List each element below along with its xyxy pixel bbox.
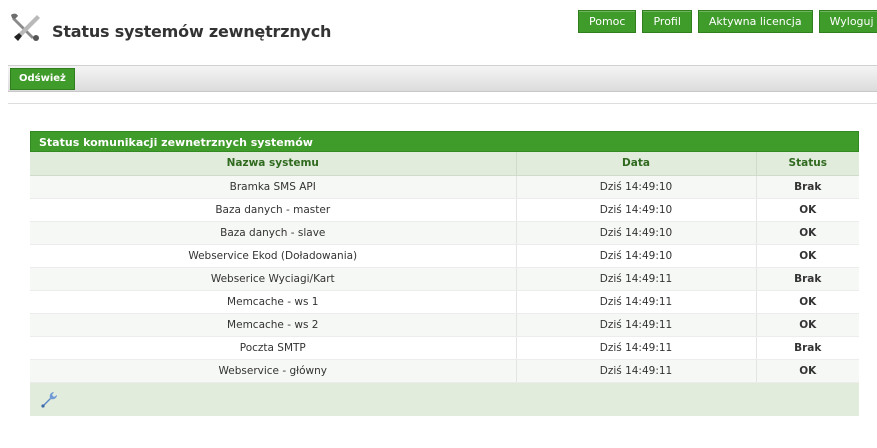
table-header-row: Nazwa systemu Data Status xyxy=(30,152,859,176)
system-name-cell: Memcache - ws 1 xyxy=(30,290,517,314)
date-cell: Dziś 14:49:10 xyxy=(516,244,757,268)
table-row: Poczta SMTP Dziś 14:49:11 Brak xyxy=(30,336,859,360)
status-cell: OK xyxy=(756,313,859,337)
status-cell: Brak xyxy=(756,336,859,360)
table-row: Webservice - główny Dziś 14:49:11 OK xyxy=(30,359,859,383)
table-row: Memcache - ws 1 Dziś 14:49:11 OK xyxy=(30,290,859,314)
date-cell: Dziś 14:49:11 xyxy=(516,290,757,314)
top-navigation: Pomoc Profil Aktywna licencja Wyloguj xyxy=(578,10,877,33)
system-name-cell: Bramka SMS API xyxy=(30,175,517,199)
page-title: Status systemów zewnętrznych xyxy=(52,22,332,41)
system-name-cell: Baza danych - master xyxy=(30,198,517,222)
logout-button[interactable]: Wyloguj xyxy=(818,10,877,33)
table-row: Baza danych - slave Dziś 14:49:10 OK xyxy=(30,221,859,245)
system-name-cell: Baza danych - slave xyxy=(30,221,517,245)
date-cell: Dziś 14:49:11 xyxy=(516,267,757,291)
status-cell: OK xyxy=(756,244,859,268)
table-row: Memcache - ws 2 Dziś 14:49:11 OK xyxy=(30,313,859,337)
tools-icon xyxy=(11,13,40,41)
refresh-button[interactable]: Odśwież xyxy=(10,68,75,90)
help-button[interactable]: Pomoc xyxy=(578,10,637,33)
status-box-title: Status komunikacji zewnetrznych systemów xyxy=(30,131,859,152)
status-box-footer xyxy=(30,382,859,416)
system-name-cell: Webservice Ekod (Doładowania) xyxy=(30,244,517,268)
status-cell: OK xyxy=(756,198,859,222)
column-header-status[interactable]: Status xyxy=(756,152,859,176)
table-row: Webserice Wyciagi/Kart Dziś 14:49:11 Bra… xyxy=(30,267,859,291)
column-header-date[interactable]: Data xyxy=(516,152,757,176)
date-cell: Dziś 14:49:11 xyxy=(516,313,757,337)
date-cell: Dziś 14:49:10 xyxy=(516,175,757,199)
table-row: Webservice Ekod (Doładowania) Dziś 14:49… xyxy=(30,244,859,268)
date-cell: Dziś 14:49:11 xyxy=(516,336,757,360)
status-table: Nazwa systemu Data Status Bramka SMS API… xyxy=(30,152,859,383)
status-box: Status komunikacji zewnetrznych systemów… xyxy=(30,131,859,416)
status-cell: Brak xyxy=(756,175,859,199)
main-panel: Status komunikacji zewnetrznych systemów… xyxy=(8,103,877,448)
system-name-cell: Memcache - ws 2 xyxy=(30,313,517,337)
table-row: Bramka SMS API Dziś 14:49:10 Brak xyxy=(30,175,859,199)
date-cell: Dziś 14:49:10 xyxy=(516,198,757,222)
toolbar: Odśwież xyxy=(8,65,877,92)
system-name-cell: Poczta SMTP xyxy=(30,336,517,360)
system-name-cell: Webserice Wyciagi/Kart xyxy=(30,267,517,291)
active-license-button[interactable]: Aktywna licencja xyxy=(697,10,813,33)
status-cell: OK xyxy=(756,290,859,314)
status-cell: Brak xyxy=(756,267,859,291)
date-cell: Dziś 14:49:10 xyxy=(516,221,757,245)
status-cell: OK xyxy=(756,221,859,245)
status-cell: OK xyxy=(756,359,859,383)
date-cell: Dziś 14:49:11 xyxy=(516,359,757,383)
wrench-icon[interactable] xyxy=(40,391,58,409)
system-name-cell: Webservice - główny xyxy=(30,359,517,383)
column-header-name[interactable]: Nazwa systemu xyxy=(30,152,517,176)
table-row: Baza danych - master Dziś 14:49:10 OK xyxy=(30,198,859,222)
profile-button[interactable]: Profil xyxy=(642,10,692,33)
